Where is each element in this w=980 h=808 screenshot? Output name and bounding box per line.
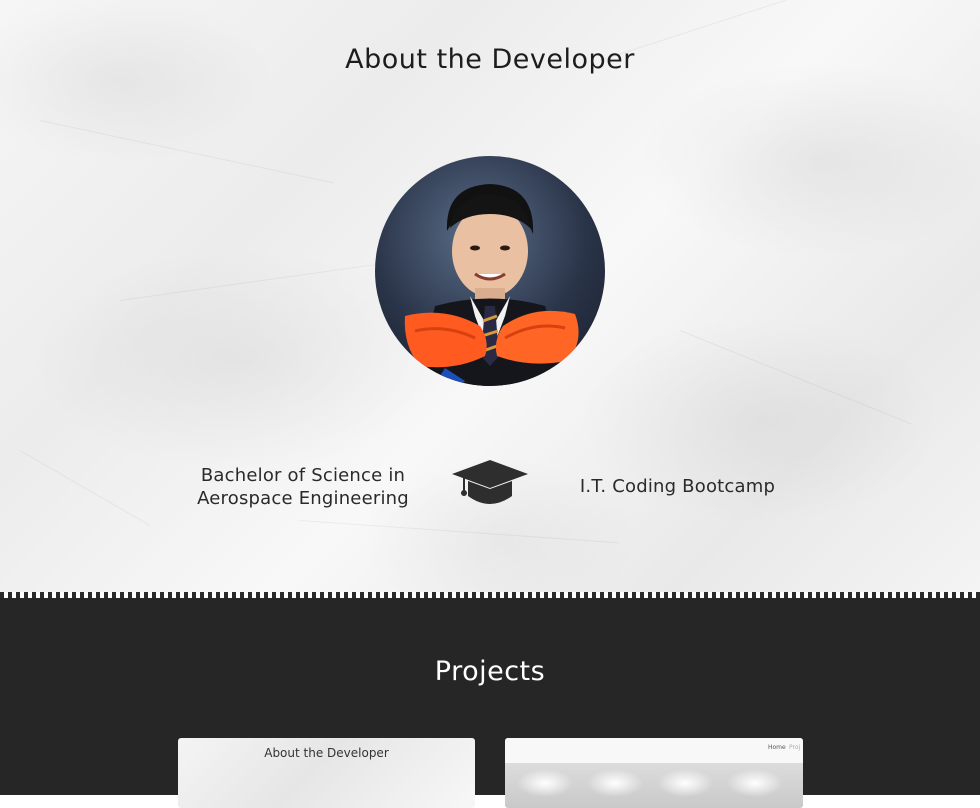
graduation-cap-icon	[450, 456, 530, 510]
project-card-portfolio[interactable]: Home Proj	[505, 738, 803, 808]
project-card-hero	[505, 763, 803, 808]
mini-nav-projects: Proj	[789, 744, 801, 751]
about-title: About the Developer	[345, 44, 635, 75]
education-aerospace: Bachelor of Science in Aerospace Enginee…	[197, 465, 409, 509]
projects-title: Projects	[434, 656, 546, 687]
projects-section: Projects About the Developer Home Proj	[0, 598, 980, 808]
mini-nav-home: Home	[768, 744, 786, 751]
about-section: About the Developer Bachelor of Science …	[0, 0, 980, 596]
project-card-about[interactable]: About the Developer	[178, 738, 475, 808]
project-card-mini-nav: Home Proj	[505, 738, 803, 763]
education-bootcamp: I.T. Coding Bootcamp	[579, 476, 776, 497]
developer-avatar	[375, 156, 605, 386]
project-card-preview-title: About the Developer	[264, 746, 389, 760]
